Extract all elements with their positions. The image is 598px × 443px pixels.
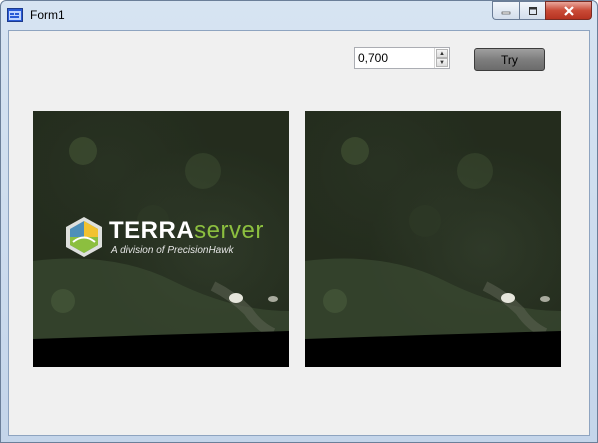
spin-arrows: ▲ ▼ — [434, 48, 449, 68]
maximize-icon — [528, 6, 537, 15]
brand-terra: TERRA — [109, 216, 195, 244]
form-client-area: 0,700 ▲ ▼ Try TERRAserver A division of … — [8, 30, 590, 436]
terraserver-watermark: TERRAserver A division of PrecisionHawk — [65, 216, 264, 258]
chevron-up-icon: ▲ — [439, 50, 445, 57]
brand-server: server — [194, 216, 264, 244]
numeric-up-down[interactable]: 0,700 ▲ ▼ — [354, 47, 450, 69]
close-icon — [563, 5, 574, 16]
numeric-value[interactable]: 0,700 — [358, 51, 388, 65]
title-bar[interactable]: Form1 — [1, 1, 597, 29]
try-button[interactable]: Try — [474, 48, 545, 71]
caption-buttons — [492, 1, 592, 20]
brand-tagline: A division of PrecisionHawk — [111, 244, 234, 256]
minimize-icon — [501, 11, 511, 14]
maximize-button[interactable] — [519, 1, 545, 20]
terraserver-wordmark: TERRAserver A division of PrecisionHawk — [109, 216, 264, 256]
minimize-button[interactable] — [492, 1, 519, 20]
window-title: Form1 — [30, 8, 65, 22]
spin-up-button[interactable]: ▲ — [436, 49, 448, 58]
close-button[interactable] — [545, 1, 592, 20]
terraserver-logo-icon — [66, 217, 102, 257]
app-window: Form1 0,700 ▲ ▼ Try TERRAserver A divisi… — [0, 0, 598, 443]
result-image — [305, 111, 561, 367]
aerial-photo — [305, 111, 561, 367]
spin-down-button[interactable]: ▼ — [436, 58, 448, 67]
form-icon — [7, 8, 23, 22]
source-image: TERRAserver A division of PrecisionHawk — [33, 111, 289, 367]
chevron-down-icon: ▼ — [439, 59, 445, 66]
